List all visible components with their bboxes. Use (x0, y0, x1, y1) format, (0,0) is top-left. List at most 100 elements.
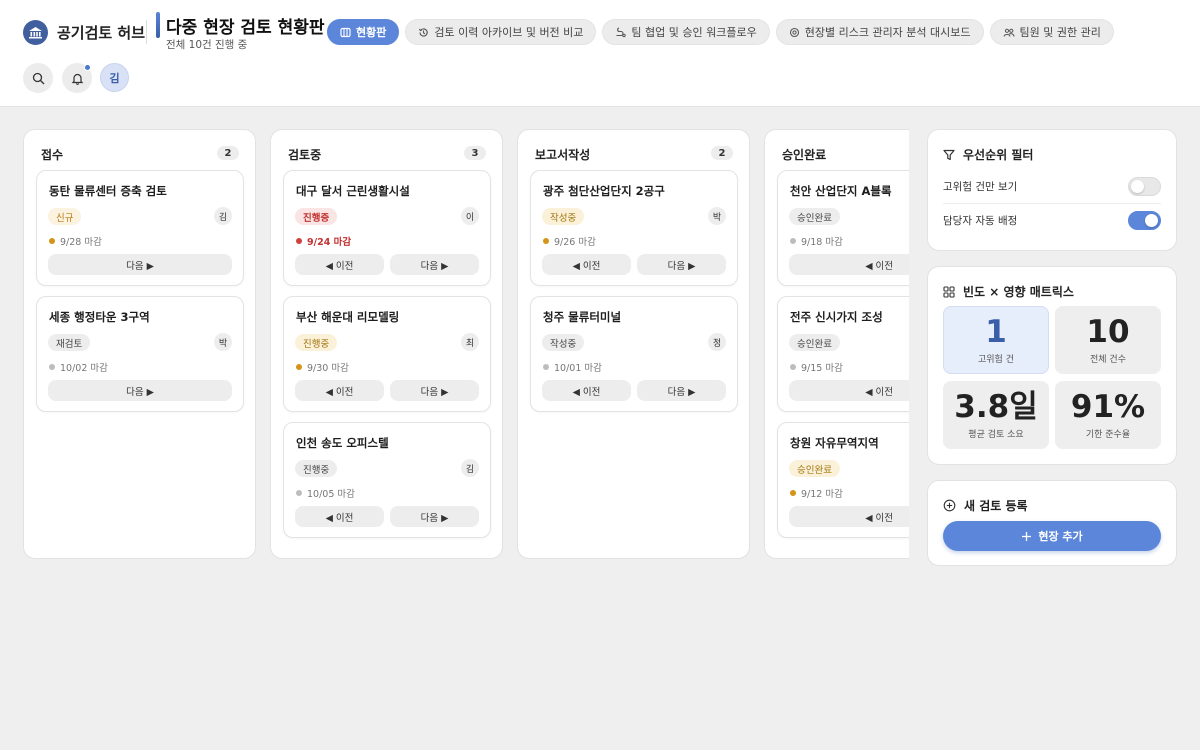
assignee-avatar: 김 (214, 207, 232, 225)
metric-total: 10 전체 건수 (1055, 306, 1161, 374)
due-date: 9/18 마감 (790, 234, 843, 248)
due-dot-icon (543, 238, 549, 244)
risk-icon (789, 27, 799, 37)
new-review-title: 새 검토 등록 (964, 499, 1028, 513)
divider (943, 203, 1161, 204)
review-card[interactable]: 광주 첨단산업단지 2공구 작성중 박 9/26 마감 ◀ 이전 다음 ▶ (530, 170, 738, 286)
due-dot-icon (49, 238, 55, 244)
due-text: 9/30 마감 (307, 363, 349, 374)
due-date: 9/24 마감 (296, 234, 351, 248)
metric-value: 10 (1086, 314, 1130, 350)
next-button[interactable]: 다음 ▶ (390, 380, 479, 401)
auto-assign-toggle[interactable] (1128, 210, 1161, 230)
review-card[interactable]: 전주 신시가지 조성 승인완료 9/15 마감 ◀ 이전 (777, 296, 909, 412)
card-title: 창원 자유무역지역 (790, 436, 879, 450)
card-actions: 다음 ▶ (48, 254, 232, 275)
due-dot-icon (49, 364, 55, 370)
metric-label: 전체 건수 (1090, 355, 1126, 365)
next-button[interactable]: 다음 ▶ (48, 254, 232, 275)
column-count: 2 (217, 146, 239, 160)
toggle-label: 고위험 건만 보기 (943, 180, 1018, 193)
card-title: 세종 행정타운 3구역 (49, 310, 150, 324)
risk-matrix-panel: 빈도 × 영향 매트릭스 1 고위험 건 10 전체 건수 3.8일 평균 검토… (927, 266, 1177, 465)
review-card[interactable]: 인천 송도 오피스텔 진행중 김 10/05 마감 ◀ 이전 다음 ▶ (283, 422, 491, 538)
status-badge: 진행중 (295, 460, 338, 477)
due-dot-icon (296, 490, 302, 496)
toggle-label: 담당자 자동 배정 (943, 214, 1018, 227)
status-badge: 작성중 (542, 208, 585, 225)
next-button[interactable]: 다음 ▶ (637, 380, 726, 401)
prev-button[interactable]: ◀ 이전 (542, 380, 631, 401)
auto-assign-row: 담당자 자동 배정 (943, 207, 1161, 233)
toggle-knob (1145, 213, 1158, 227)
prev-button[interactable]: ◀ 이전 (542, 254, 631, 275)
column-count: 3 (464, 146, 486, 160)
app-name: 공기검토 허브 (57, 24, 146, 42)
prev-button[interactable]: ◀ 이전 (295, 506, 384, 527)
high-risk-toggle[interactable] (1128, 176, 1161, 196)
review-card[interactable]: 창원 자유무역지역 승인완료 9/12 마감 ◀ 이전 (777, 422, 909, 538)
column-title: 승인완료 (782, 148, 827, 162)
user-avatar[interactable]: 김 (100, 63, 129, 92)
plus-icon (1022, 531, 1032, 541)
next-button[interactable]: 다음 ▶ (48, 380, 232, 401)
tab-label: 검토 이력 아카이브 및 버전 비교 (434, 26, 584, 39)
matrix-title: 빈도 × 영향 매트릭스 (963, 285, 1074, 299)
card-title: 인천 송도 오피스텔 (296, 436, 389, 450)
add-site-button[interactable]: 현장 추가 (943, 521, 1161, 551)
workflow-icon (616, 26, 627, 37)
due-date: 9/15 마감 (790, 360, 843, 374)
assignee-avatar: 최 (461, 333, 479, 351)
panel-title: 우선순위 필터 (943, 146, 1033, 163)
prev-button[interactable]: ◀ 이전 (789, 254, 909, 275)
prev-button[interactable]: ◀ 이전 (295, 380, 384, 401)
grid-icon (943, 285, 955, 298)
notifications-button[interactable] (62, 63, 92, 93)
column-reporting: 보고서작성 2 광주 첨단산업단지 2공구 작성중 박 9/26 마감 ◀ 이전… (517, 129, 750, 559)
card-actions: 다음 ▶ (48, 380, 232, 401)
toggle-knob (1131, 179, 1144, 193)
next-button[interactable]: 다음 ▶ (390, 506, 479, 527)
review-card[interactable]: 부산 해운대 리모델링 진행중 최 9/30 마감 ◀ 이전 다음 ▶ (283, 296, 491, 412)
due-text: 9/18 마감 (801, 237, 843, 248)
tab-workflow[interactable]: 팀 협업 및 승인 워크플로우 (602, 19, 770, 45)
prev-button[interactable]: ◀ 이전 (295, 254, 384, 275)
prev-button[interactable]: ◀ 이전 (789, 380, 909, 401)
prev-button[interactable]: ◀ 이전 (789, 506, 909, 527)
column-title: 검토중 (288, 148, 322, 162)
card-actions: ◀ 이전 (789, 380, 909, 401)
review-card[interactable]: 동탄 물류센터 증축 검토 신규 김 9/28 마감 다음 ▶ (36, 170, 244, 286)
search-button[interactable] (23, 63, 53, 93)
due-date: 10/02 마감 (49, 360, 108, 374)
card-actions: ◀ 이전 다음 ▶ (295, 506, 479, 527)
due-date: 10/05 마감 (296, 486, 355, 500)
due-text: 9/28 마감 (60, 237, 102, 248)
top-header: 공기검토 허브 다중 현장 검토 현황판 전체 10건 진행 중 현황판 검토 … (0, 0, 1200, 107)
status-badge: 진행중 (295, 208, 338, 225)
tab-board[interactable]: 현황판 (327, 19, 400, 45)
column-title: 보고서작성 (535, 148, 591, 162)
due-text: 9/12 마감 (801, 489, 843, 500)
tab-risk-dashboard[interactable]: 현장별 리스크 관리자 분석 대시보드 (775, 19, 984, 45)
due-text: 9/24 마감 (307, 237, 352, 248)
due-dot-icon (296, 238, 302, 244)
review-card[interactable]: 세종 행정타운 3구역 재검토 박 10/02 마감 다음 ▶ (36, 296, 244, 412)
tab-label: 팀원 및 권한 관리 (1019, 26, 1101, 39)
tab-history[interactable]: 검토 이력 아카이브 및 버전 비교 (405, 19, 597, 45)
review-card[interactable]: 대구 달서 근린생활시설 진행중 이 9/24 마감 ◀ 이전 다음 ▶ (283, 170, 491, 286)
due-date: 9/28 마감 (49, 234, 102, 248)
status-badge: 신규 (48, 208, 82, 225)
due-text: 9/15 마감 (801, 363, 843, 374)
next-button[interactable]: 다음 ▶ (390, 254, 479, 275)
card-title: 동탄 물류센터 증축 검토 (49, 184, 167, 198)
review-card[interactable]: 천안 산업단지 A블록 승인완료 9/18 마감 ◀ 이전 (777, 170, 909, 286)
priority-filter-panel: 우선순위 필터 고위험 건만 보기 담당자 자동 배정 (927, 129, 1177, 251)
tab-team[interactable]: 팀원 및 권한 관리 (989, 19, 1114, 45)
status-badge: 승인완료 (789, 334, 840, 351)
due-date: 9/12 마감 (790, 486, 843, 500)
review-card[interactable]: 청주 물류터미널 작성중 정 10/01 마감 ◀ 이전 다음 ▶ (530, 296, 738, 412)
column-title: 접수 (41, 148, 64, 162)
metric-avg-duration: 3.8일 평균 검토 소요 (943, 381, 1049, 449)
due-date: 9/30 마감 (296, 360, 349, 374)
next-button[interactable]: 다음 ▶ (637, 254, 726, 275)
